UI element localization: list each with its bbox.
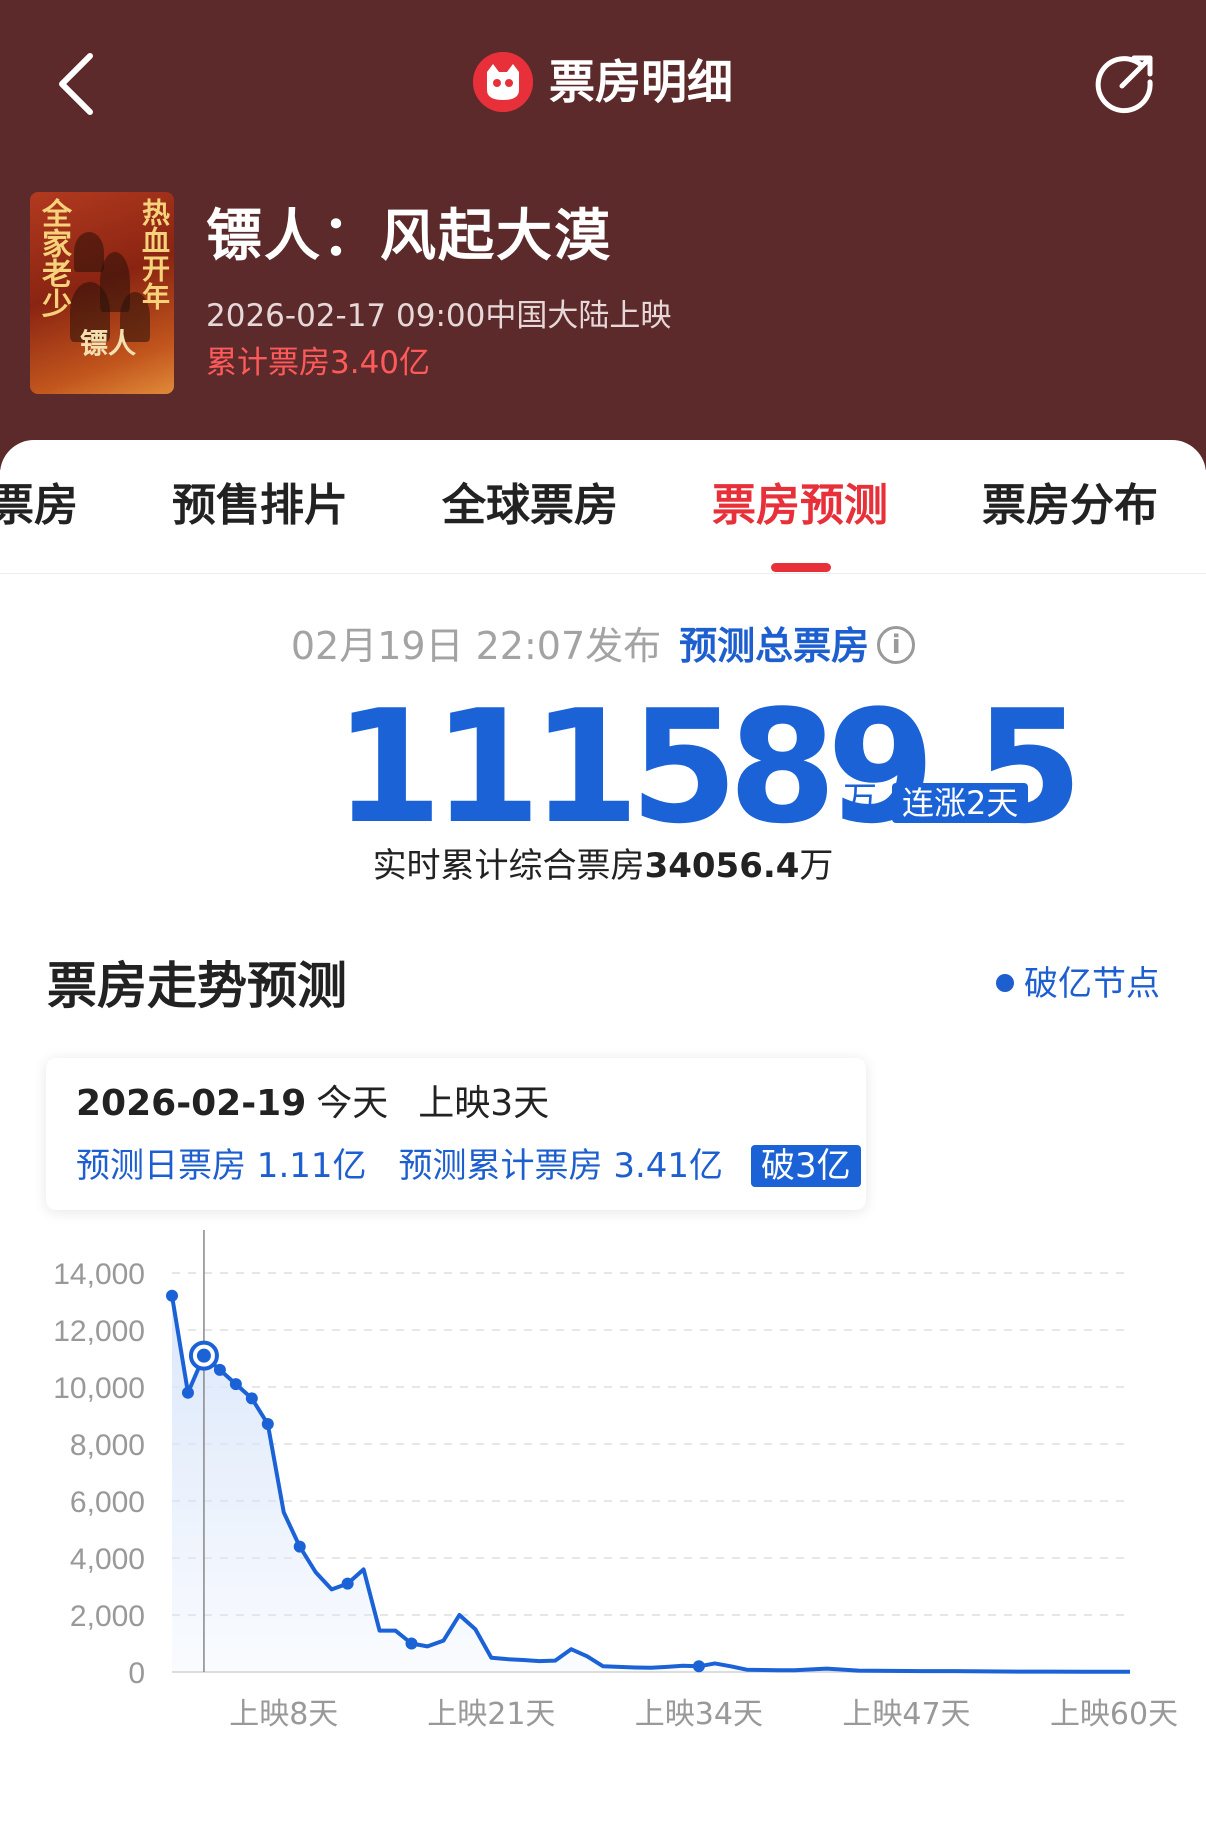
release-info: 2026-02-17 09:00中国大陆上映	[206, 298, 672, 334]
poster-slogan-left: 全家老少	[36, 198, 71, 318]
tooltip-cumulative: 预测累计票房 3.41亿	[398, 1146, 724, 1186]
realtime-value: 34056.4	[644, 846, 800, 886]
tab-bar: 票房 预售排片 全球票房 票房预测 票房分布	[0, 474, 1206, 574]
movie-title: 镖人：风起大漠	[206, 204, 612, 269]
data-point	[293, 1540, 306, 1553]
forecast-total-value: 111589.5	[334, 676, 1083, 858]
y-tick-label: 0	[128, 1657, 145, 1690]
legend-dot-icon	[996, 973, 1014, 992]
y-tick-label: 10,000	[53, 1372, 145, 1405]
y-tick-label: 6,000	[70, 1486, 145, 1519]
data-point	[213, 1363, 226, 1376]
publish-time: 02月19日 22:07发布	[290, 624, 662, 668]
trend-chart[interactable]: 14,000 12,000 10,000 8,000 6,000 4,000 2,000 0 上…	[0, 1230, 1206, 1790]
tooltip-badge: 破3亿	[751, 1144, 861, 1187]
maoyan-logo-icon	[473, 51, 533, 112]
data-point	[166, 1289, 178, 1302]
page-title: 票房明细	[0, 50, 1206, 116]
tooltip-values-row: 预测日票房 1.11亿 预测累计票房 3.41亿 破3亿	[76, 1142, 861, 1190]
tooltip-date: 2026-02-19	[76, 1083, 307, 1124]
share-icon	[1095, 55, 1153, 114]
tooltip-date-row: 2026-02-19 今天 上映3天	[76, 1080, 549, 1128]
y-tick-label: 4,000	[70, 1543, 145, 1576]
realtime-unit: 万	[799, 846, 834, 886]
info-icon[interactable]: i	[877, 625, 916, 664]
forecast-unit: 万	[843, 780, 877, 820]
x-tick-label: 上映8天	[229, 1697, 338, 1732]
total-box-office: 累计票房3.40亿	[206, 345, 431, 381]
active-tab-indicator	[771, 563, 831, 572]
data-point	[405, 1637, 418, 1650]
highlight-point-core	[196, 1348, 211, 1363]
legend-item[interactable]: 破亿节点	[996, 962, 1160, 1006]
series-area	[172, 1295, 1130, 1672]
tab-distribution[interactable]: 票房分布	[982, 474, 1158, 574]
tab-box-office[interactable]: 票房	[0, 474, 78, 574]
forecast-label: 预测总票房	[679, 624, 870, 668]
movie-poster[interactable]: 全家老少 热血开年 镖人	[30, 192, 174, 394]
data-point	[245, 1392, 258, 1405]
data-point	[181, 1386, 194, 1399]
y-tick-label: 12,000	[53, 1315, 145, 1348]
tooltip-days: 上映3天	[418, 1083, 550, 1124]
data-point	[341, 1577, 354, 1590]
realtime-prefix: 实时累计综合票房	[372, 846, 645, 886]
x-tick-label: 上映34天	[635, 1697, 763, 1732]
x-tick-label: 上映60天	[1050, 1697, 1178, 1732]
data-point	[261, 1418, 274, 1431]
data-point	[229, 1378, 242, 1391]
y-tick-label: 2,000	[70, 1600, 145, 1633]
trend-title: 票房走势预测	[47, 957, 347, 1015]
data-point	[692, 1660, 705, 1673]
tab-presale[interactable]: 预售排片	[172, 474, 348, 574]
streak-badge: 连涨2天	[892, 783, 1029, 823]
y-tick-label: 8,000	[70, 1429, 145, 1462]
share-button[interactable]	[1094, 50, 1158, 114]
x-tick-label: 上映21天	[427, 1697, 555, 1732]
realtime-total: 实时累计综合票房34056.4万	[0, 842, 1206, 890]
y-tick-label: 14,000	[53, 1258, 145, 1291]
tooltip-today: 今天	[316, 1083, 389, 1124]
tooltip-daily: 预测日票房 1.11亿	[76, 1146, 367, 1186]
tab-forecast[interactable]: 票房预测	[712, 474, 888, 574]
x-tick-label: 上映47天	[842, 1697, 970, 1732]
poster-title: 镖人	[80, 327, 137, 360]
chart-tooltip: 2026-02-19 今天 上映3天 预测日票房 1.11亿 预测累计票房 3.41亿…	[46, 1058, 866, 1210]
page-title-text: 票房明细	[549, 55, 733, 109]
poster-slogan-right: 热血开年	[138, 198, 171, 310]
tab-global[interactable]: 全球票房	[442, 474, 618, 574]
legend-label: 破亿节点	[1024, 964, 1160, 1004]
forecast-header: 02月19日 22:07发布 预测总票房 i	[0, 622, 1206, 670]
